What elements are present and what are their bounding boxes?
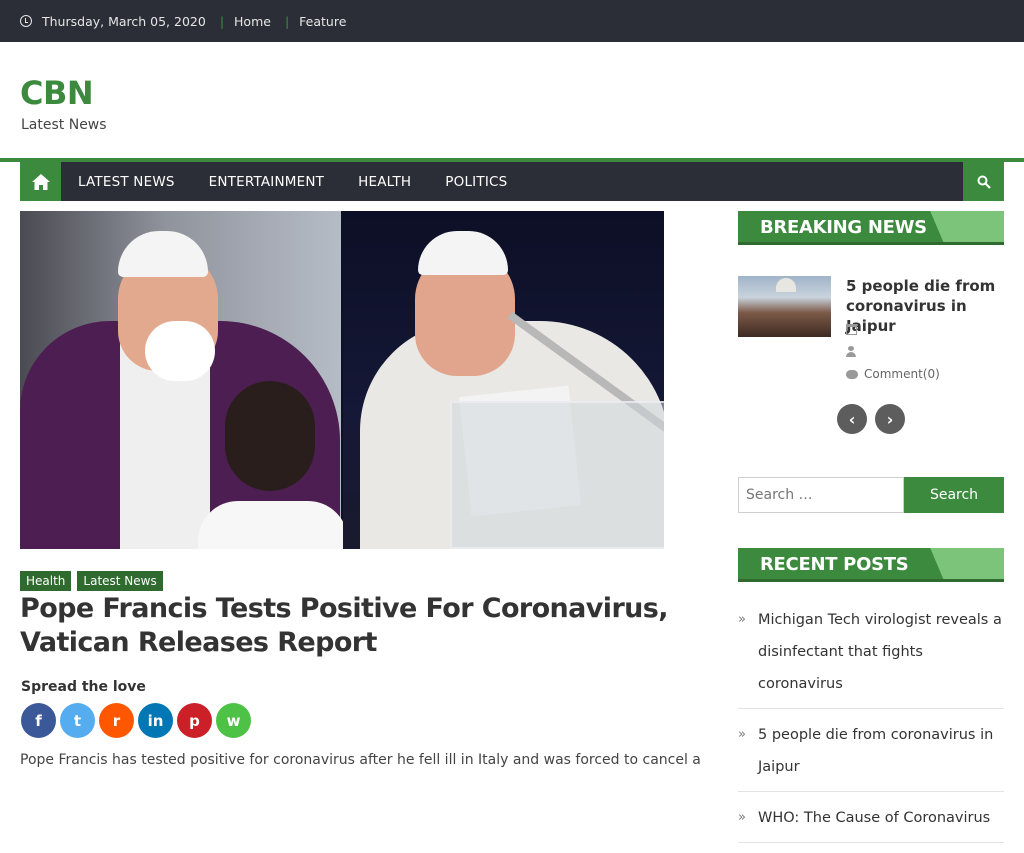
category-badge-health[interactable]: Health (20, 571, 72, 591)
sidebar-search-form: Search (738, 477, 1004, 513)
recent-post-link[interactable]: Michigan Tech virologist reveals a disin… (758, 612, 1002, 692)
linkedin-icon: in (147, 711, 164, 730)
pinterest-icon: p (189, 711, 200, 730)
recent-posts-heading: RECENT POSTS (738, 548, 1004, 582)
spread-the-love-label: Spread the love (21, 679, 146, 695)
breaking-news-comments[interactable]: Comment(0) (846, 367, 940, 381)
heading-underline (738, 579, 1004, 582)
altar-boy-head (225, 381, 315, 491)
comment-count[interactable]: Comment(0) (864, 367, 940, 381)
facebook-icon: f (35, 711, 42, 730)
chevron-left-icon: ‹ (848, 409, 856, 429)
calendar-icon (846, 324, 857, 335)
post-excerpt: Pope Francis has tested positive for cor… (20, 752, 701, 768)
whatsapp-share-button[interactable]: w (216, 703, 251, 738)
whatsapp-icon: w (226, 711, 241, 730)
main-navigation: LATEST NEWS ENTERTAINMENT HEALTH POLITIC… (0, 158, 1024, 201)
heading-accent (930, 548, 1004, 582)
heading-underline (738, 242, 1004, 245)
top-link-home[interactable]: Home (234, 14, 271, 29)
list-item: » WHO: The Cause of Coronavirus (738, 802, 1004, 843)
recent-posts-list: » Michigan Tech virologist reveals a dis… (738, 604, 1004, 853)
breaking-news-heading: BREAKING NEWS (738, 211, 1004, 245)
chevron-right-icon: › (886, 409, 894, 429)
nav-search-button[interactable] (963, 162, 1004, 201)
nav-item-latest-news[interactable]: LATEST NEWS (78, 174, 175, 190)
heading-accent (930, 211, 1004, 245)
home-icon (31, 173, 50, 190)
user-icon (846, 346, 856, 357)
taj-mahal-shape (776, 278, 796, 292)
site-title[interactable]: CBN (20, 74, 94, 112)
twitter-share-button[interactable]: t (60, 703, 95, 738)
double-chevron-icon: » (738, 612, 746, 627)
site-description: Latest News (21, 117, 107, 133)
carousel-prev-button[interactable]: ‹ (837, 404, 867, 434)
recent-posts-title: RECENT POSTS (760, 554, 909, 575)
featured-image[interactable] (20, 211, 664, 549)
comment-icon (846, 369, 858, 379)
top-bar: Thursday, March 05, 2020 | Home | Featur… (0, 0, 1024, 42)
glass-podium (450, 401, 664, 549)
clock-icon (20, 15, 32, 27)
double-chevron-icon: » (738, 810, 746, 825)
nav-item-health[interactable]: HEALTH (358, 174, 411, 190)
current-date: Thursday, March 05, 2020 (42, 13, 206, 29)
double-chevron-icon: » (738, 727, 746, 742)
nav-item-politics[interactable]: POLITICS (445, 174, 507, 190)
divider: | (219, 13, 225, 29)
nav-item-entertainment[interactable]: ENTERTAINMENT (209, 174, 324, 190)
altar-boy-shirt (198, 501, 348, 549)
divider: | (284, 13, 290, 29)
breaking-news-thumbnail[interactable] (738, 276, 831, 337)
breaking-news-item-title[interactable]: 5 people die from coronavirus in Jaipur (846, 276, 1006, 336)
tissue (145, 321, 215, 381)
post-categories: Health Latest News (20, 571, 163, 591)
search-icon (977, 175, 991, 189)
breaking-news-date (846, 324, 857, 335)
category-badge-latest-news[interactable]: Latest News (77, 571, 163, 591)
sidebar-search-input[interactable] (738, 477, 904, 513)
linkedin-share-button[interactable]: in (138, 703, 173, 738)
pinterest-share-button[interactable]: p (177, 703, 212, 738)
carousel-next-button[interactable]: › (875, 404, 905, 434)
recent-post-link[interactable]: WHO: The Cause of Coronavirus (758, 810, 990, 826)
breaking-news-author (846, 346, 856, 357)
sidebar-search-button[interactable]: Search (904, 477, 1004, 513)
breaking-news-title: BREAKING NEWS (760, 217, 927, 238)
post-title[interactable]: Pope Francis Tests Positive For Coronavi… (20, 592, 680, 660)
list-item: » Michigan Tech virologist reveals a dis… (738, 604, 1004, 709)
list-item: » 5 people die from coronavirus in Jaipu… (738, 719, 1004, 792)
share-buttons: f t r in p w (21, 703, 251, 738)
reddit-share-button[interactable]: r (99, 703, 134, 738)
home-button[interactable] (20, 162, 61, 201)
top-link-feature[interactable]: Feature (299, 14, 346, 29)
facebook-share-button[interactable]: f (21, 703, 56, 738)
reddit-icon: r (112, 711, 121, 730)
twitter-icon: t (73, 711, 82, 730)
